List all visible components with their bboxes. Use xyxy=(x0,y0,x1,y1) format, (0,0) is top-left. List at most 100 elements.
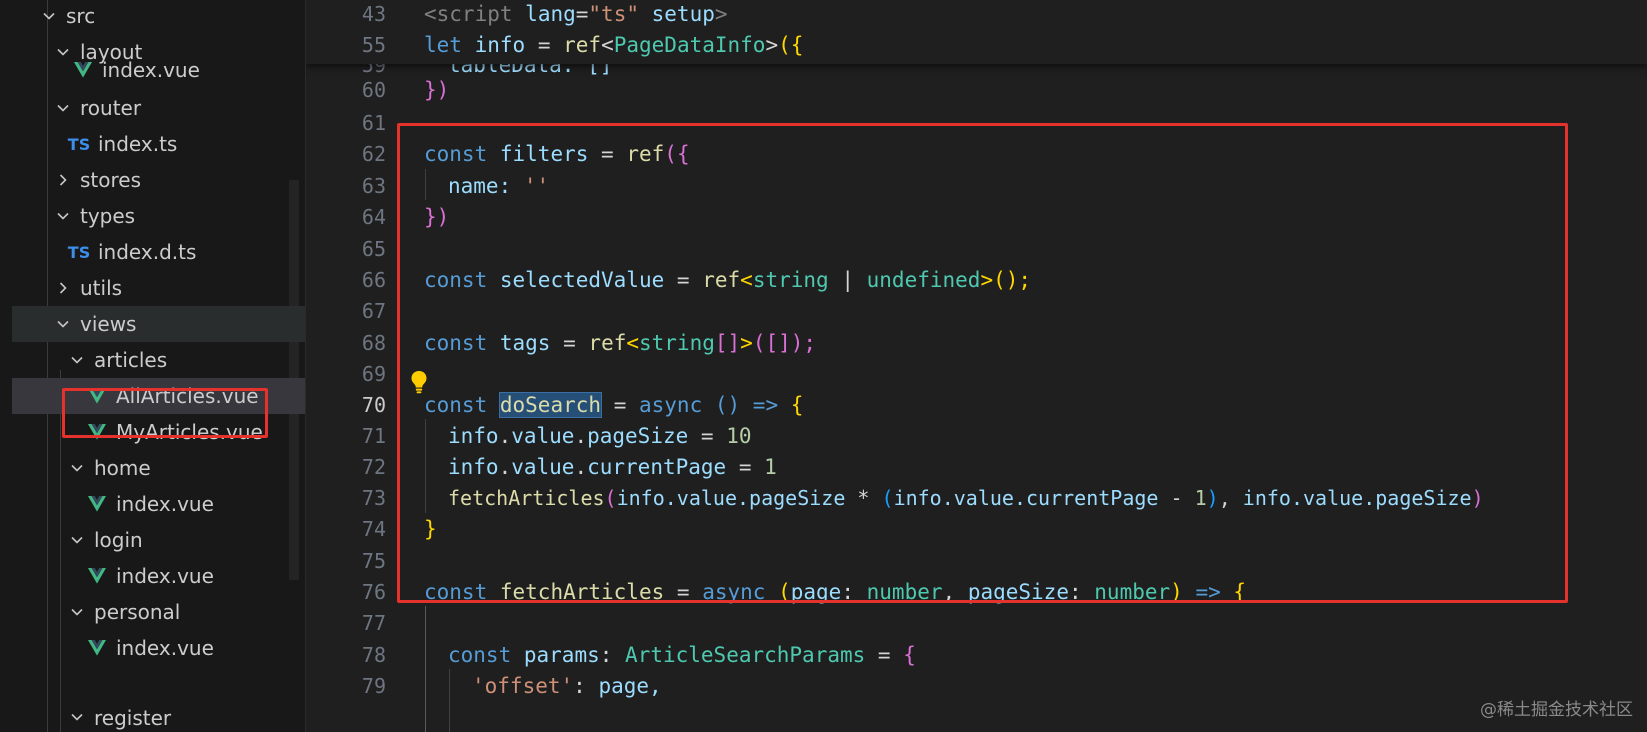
line-number: 68 xyxy=(361,330,386,355)
vue-file-icon xyxy=(84,496,110,512)
chevron-down-icon xyxy=(52,205,74,227)
tree-file-layout-index[interactable]: index.vue xyxy=(12,58,305,82)
tree-label: types xyxy=(80,204,136,228)
tree-folder-register[interactable]: register xyxy=(12,706,305,732)
chevron-down-icon xyxy=(66,706,88,728)
bracket: ({ xyxy=(778,32,804,57)
chevron-down-icon xyxy=(38,5,60,27)
attr-value: "ts" xyxy=(588,1,639,26)
line-number: 76 xyxy=(361,579,386,604)
vue-file-icon xyxy=(70,62,96,78)
tree-label: index.vue xyxy=(102,58,200,82)
tree-folder-articles[interactable]: articles xyxy=(12,342,305,378)
chevron-right-icon xyxy=(52,277,74,299)
tree-label: router xyxy=(80,96,142,120)
tree-label: login xyxy=(94,528,143,552)
attr-name: setup xyxy=(651,1,715,26)
annotation-box-code xyxy=(397,123,1568,603)
tree-label: register xyxy=(94,706,172,730)
line-number: 70 xyxy=(361,392,386,417)
line-number: 65 xyxy=(361,236,386,261)
tree-label: index.d.ts xyxy=(98,240,197,264)
line-number: 78 xyxy=(361,642,386,667)
chevron-right-icon xyxy=(52,169,74,191)
type-name: ArticleSearchParams xyxy=(625,642,866,667)
tree-folder-router[interactable]: router xyxy=(12,90,305,126)
tree-file-router-index[interactable]: TS index.ts xyxy=(12,126,305,162)
tree-folder-views[interactable]: views xyxy=(12,306,305,342)
code-line[interactable]: 78 const params: ArticleSearchParams = { xyxy=(306,638,1647,671)
typescript-file-icon: TS xyxy=(67,134,91,154)
code-line[interactable]: 77 xyxy=(306,606,1647,639)
tree-label: index.vue xyxy=(116,636,214,660)
tree-folder-personal[interactable]: personal xyxy=(12,594,305,630)
tree-label: stores xyxy=(80,168,142,192)
tree-label: articles xyxy=(94,348,168,372)
tree-label: index.vue xyxy=(116,492,214,516)
chevron-down-icon xyxy=(66,601,88,623)
chevron-down-icon xyxy=(52,97,74,119)
identifier: info xyxy=(474,32,526,57)
annotation-box-file xyxy=(62,388,268,438)
line-number: 55 xyxy=(361,32,386,57)
line-number: 61 xyxy=(361,110,386,135)
tree-label: utils xyxy=(80,276,123,300)
sticky-scroll[interactable]: 43 <script lang="ts" setup> 55 let info … xyxy=(306,0,1647,64)
tree-folder-types[interactable]: types xyxy=(12,198,305,234)
chevron-down-icon xyxy=(66,349,88,371)
attr-name: lang xyxy=(525,1,576,26)
tree-folder-utils[interactable]: utils xyxy=(12,270,305,306)
tree-label: views xyxy=(80,312,137,336)
explorer-sidebar: src layout index.vue router TS index.ts … xyxy=(0,0,306,732)
identifier: page, xyxy=(598,673,662,698)
punctuation: : xyxy=(599,642,613,667)
tree-folder-login[interactable]: login xyxy=(12,522,305,558)
bracket: { xyxy=(903,642,916,667)
code-editor[interactable]: 43 <script lang="ts" setup> 55 let info … xyxy=(306,0,1647,732)
line-number: 72 xyxy=(361,454,386,479)
tree-folder-stores[interactable]: stores xyxy=(12,162,305,198)
vue-file-icon xyxy=(84,568,110,584)
tree-folder-src[interactable]: src xyxy=(12,0,305,34)
line-number: 66 xyxy=(361,267,386,292)
code-line[interactable]: 60 }) xyxy=(306,73,1647,106)
identifier: params xyxy=(523,642,600,667)
code-line[interactable]: 79 'offset': page, xyxy=(306,669,1647,702)
keyword: let xyxy=(424,32,462,57)
punctuation: : xyxy=(573,673,586,698)
sticky-line[interactable]: 55 let info = ref<PageDataInfo>({ xyxy=(306,28,1647,61)
operator: = xyxy=(537,32,551,57)
tree-file-login-index[interactable]: index.vue xyxy=(12,558,305,594)
type-name: PageDataInfo xyxy=(613,32,766,57)
line-number: 69 xyxy=(361,361,386,386)
sticky-line[interactable]: 43 <script lang="ts" setup> xyxy=(306,0,1647,30)
tree-file-personal-index[interactable]: index.vue xyxy=(12,630,305,666)
indent-guide-active xyxy=(425,606,426,732)
tag-close: > xyxy=(714,1,728,26)
watermark-text: @稀土掘金技术社区 xyxy=(1480,700,1633,720)
chevron-down-icon xyxy=(66,457,88,479)
function-name: ref xyxy=(563,32,602,57)
tree-label: src xyxy=(66,4,96,28)
chevron-down-icon xyxy=(52,313,74,335)
tag-open: <script xyxy=(424,1,513,26)
tree-file-home-index[interactable]: index.vue xyxy=(12,486,305,522)
tree-label: home xyxy=(94,456,151,480)
keyword: const xyxy=(448,642,512,667)
line-number: 63 xyxy=(361,173,386,198)
indent-guide xyxy=(449,669,450,732)
tree-file-types-index[interactable]: TS index.d.ts xyxy=(12,234,305,270)
typescript-file-icon: TS xyxy=(67,242,91,262)
line-number: 62 xyxy=(361,141,386,166)
vue-file-icon xyxy=(84,640,110,656)
chevron-down-icon xyxy=(66,529,88,551)
tree-label: personal xyxy=(94,600,181,624)
line-number: 77 xyxy=(361,610,386,635)
line-number: 67 xyxy=(361,298,386,323)
operator: = xyxy=(877,642,891,667)
line-number: 73 xyxy=(361,485,386,510)
line-number: 79 xyxy=(361,673,386,698)
line-number: 71 xyxy=(361,423,386,448)
line-number: 74 xyxy=(361,516,386,541)
tree-folder-home[interactable]: home xyxy=(12,450,305,486)
